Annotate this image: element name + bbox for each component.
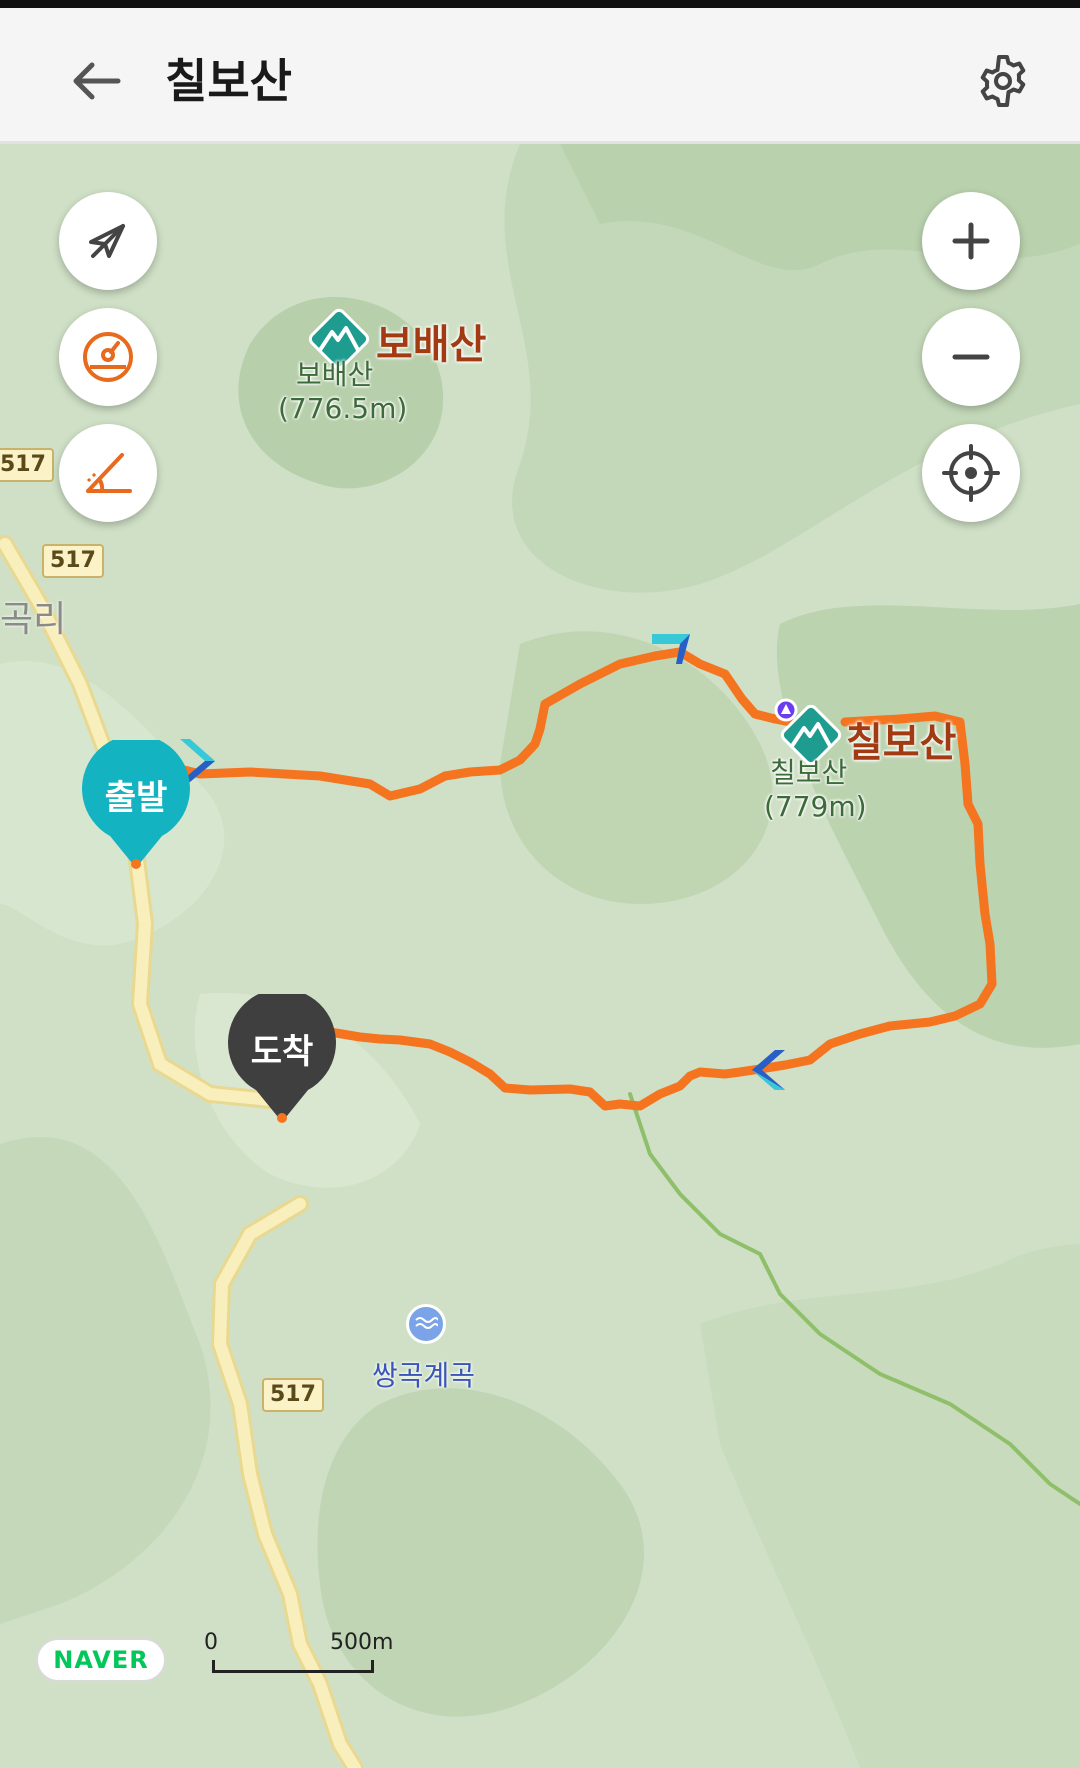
road-number: 517	[42, 544, 104, 578]
arrow-left-icon	[73, 62, 121, 100]
zoom-in-button[interactable]	[922, 192, 1020, 290]
peak-label-chilbosan: 칠보산	[846, 720, 957, 766]
road-number: 517	[0, 448, 54, 482]
peak-label-bobaesan: 보배산	[376, 322, 487, 368]
zoom-out-button[interactable]	[922, 308, 1020, 406]
end-pin[interactable]: 도착	[226, 994, 338, 1124]
page-title: 칠보산	[165, 54, 292, 108]
valley-label: 쌍곡계곡	[372, 1359, 476, 1392]
status-bar	[0, 0, 1080, 8]
slope-button[interactable]	[59, 424, 157, 522]
water-icon	[415, 1317, 438, 1329]
compass-toggle-button[interactable]	[59, 192, 157, 290]
map-terrain	[0, 144, 1080, 1768]
zoom-out-icon	[952, 354, 990, 360]
peak-name-bobaesan: 보배산	[296, 358, 374, 391]
start-pin[interactable]: 출발	[80, 740, 192, 870]
speedometer-icon	[83, 332, 133, 382]
road-number: 517	[262, 1378, 324, 1412]
speed-button[interactable]	[59, 308, 157, 406]
gear-icon	[980, 55, 1026, 107]
peak-name-chilbosan: 칠보산	[770, 756, 848, 789]
locate-icon	[942, 444, 1000, 502]
compass-off-icon	[89, 224, 125, 258]
scale-distance: 500m	[330, 1630, 394, 1655]
end-pin-label: 도착	[250, 1032, 314, 1072]
village-label: 곡리	[0, 599, 67, 640]
scale-bar	[212, 1660, 374, 1673]
peak-elevation-bobaesan: (776.5m)	[278, 392, 408, 425]
back-button[interactable]	[60, 46, 130, 116]
settings-button[interactable]	[968, 46, 1038, 116]
scale-zero: 0	[204, 1630, 218, 1655]
peak-elevation-chilbosan: (779m)	[764, 790, 867, 823]
app-header: 칠보산	[0, 8, 1080, 144]
locate-button[interactable]	[922, 424, 1020, 522]
valley-poi-icon[interactable]	[406, 1304, 446, 1344]
zoom-in-icon	[952, 222, 990, 260]
start-pin-label: 출발	[104, 778, 168, 818]
slope-icon	[86, 453, 132, 493]
map-view[interactable]: 보배산 보배산 (776.5m) 칠보산 칠보산 (779m) 곡리 517 5…	[0, 144, 1080, 1768]
naver-logo: NAVER	[36, 1638, 166, 1682]
